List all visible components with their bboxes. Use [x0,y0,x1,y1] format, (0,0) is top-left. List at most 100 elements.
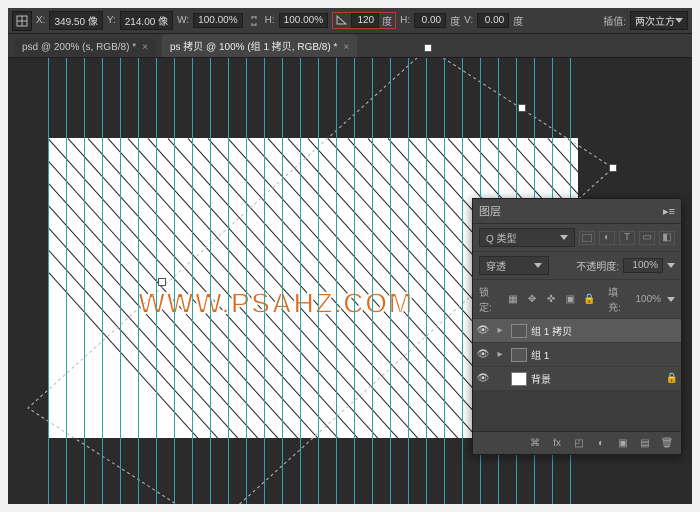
lock-icon[interactable]: 🔒 [583,292,596,306]
layer-name[interactable]: 组 1 拷贝 [531,323,681,338]
transform-handle[interactable] [424,44,432,52]
guide-vertical [318,58,319,504]
expand-icon[interactable]: ▸ [493,349,507,360]
guide-vertical [138,58,139,504]
deg-label-1: 度 [382,13,392,28]
guide-vertical [192,58,193,504]
guide-vertical [390,58,391,504]
new-layer-icon[interactable]: ▤ [637,435,653,451]
guide-vertical [156,58,157,504]
transform-handle[interactable] [158,278,166,286]
fx-icon[interactable]: fx [549,435,565,451]
layer-row[interactable]: 👁 ▸ 组 1 [473,343,681,367]
guide-vertical [228,58,229,504]
guide-vertical [174,58,175,504]
skew-h-value[interactable]: 0.00 [414,13,446,28]
lock-pixels-icon[interactable]: ▦ [506,292,519,306]
lock-position-icon[interactable]: ✥ [526,292,539,306]
layers-panel: 图层 ▸≡ Q 类型 ◐ T ▭ ◧ 穿透 不透明度: 100% [472,198,682,455]
layer-name[interactable]: 背景 [531,371,663,386]
panel-menu-icon[interactable]: ▸≡ [663,205,675,218]
delete-icon[interactable]: 🗑 [659,435,675,451]
link-layers-icon[interactable]: ⌘ [527,435,543,451]
lock-icon[interactable]: 🔒 [663,373,681,384]
mask-icon[interactable]: ◰ [571,435,587,451]
chevron-down-icon[interactable] [667,263,675,268]
tab-doc-2[interactable]: ps 拷贝 @ 100% (组 1 拷贝, RGB/8) *× [162,34,357,57]
interp-select[interactable]: 两次立方 [630,11,688,30]
visibility-toggle-icon[interactable]: 👁 [473,325,493,336]
document-tabs: psd @ 200% (s, RGB/8) *× ps 拷贝 @ 100% (组… [8,34,692,58]
transform-tool-icon[interactable] [12,11,32,31]
expand-icon[interactable]: ▸ [493,325,507,336]
opacity-value[interactable]: 100% [623,258,663,273]
deg-label-3: 度 [513,13,523,28]
close-icon[interactable]: × [142,42,148,53]
guide-vertical [210,58,211,504]
skew-v-value[interactable]: 0.00 [477,13,509,28]
filter-smart-icon[interactable]: ◧ [659,231,675,245]
visibility-toggle-icon[interactable]: 👁 [473,349,493,360]
lock-artboard-icon[interactable]: ▣ [564,292,577,306]
angle-group: 120 度 [332,12,396,29]
angle-icon [336,13,348,28]
layer-row[interactable]: 👁 背景 🔒 [473,367,681,391]
layer-kind-filter[interactable]: Q 类型 [479,228,575,247]
layers-panel-footer: ⌘ fx ◰ ◐ ▣ ▤ 🗑 [473,431,681,454]
guide-vertical [462,58,463,504]
transform-handle[interactable] [609,164,617,172]
y-value[interactable]: 214.00 像 [120,11,173,30]
guide-vertical [246,58,247,504]
guide-vertical [300,58,301,504]
opacity-label: 不透明度: [576,258,619,273]
interp-label: 插值: [603,13,626,28]
tab-doc-1[interactable]: psd @ 200% (s, RGB/8) *× [14,38,156,57]
guide-vertical [48,58,49,504]
close-icon[interactable]: × [343,42,349,53]
group-icon[interactable]: ▣ [615,435,631,451]
x-value[interactable]: 349.50 像 [49,11,102,30]
lock-all-icon[interactable]: ✜ [545,292,558,306]
chevron-down-icon[interactable] [667,297,675,302]
layers-panel-title: 图层 [479,203,501,219]
filter-shape-icon[interactable]: ▭ [639,231,655,245]
layer-row[interactable]: 👁 ▸ 组 1 拷贝 [473,319,681,343]
w-label: W: [177,15,189,26]
h-value[interactable]: 100.00% [279,13,328,28]
guide-vertical [426,58,427,504]
guide-vertical [66,58,67,504]
filter-type-icon[interactable]: T [619,231,635,245]
guide-vertical [84,58,85,504]
angle-value[interactable]: 120 [351,13,379,28]
fill-value[interactable]: 100% [635,294,661,305]
visibility-toggle-icon[interactable]: 👁 [473,373,493,384]
guide-vertical [264,58,265,504]
adjustment-icon[interactable]: ◐ [593,435,609,451]
filter-image-icon[interactable] [579,231,595,245]
guide-vertical [336,58,337,504]
blend-mode-select[interactable]: 穿透 [479,256,549,275]
w-value[interactable]: 100.00% [193,13,242,28]
link-wh-icon[interactable] [247,14,261,28]
transform-handle[interactable] [518,104,526,112]
y-label: Y: [107,15,116,26]
h-label: H: [265,15,275,26]
guide-vertical [408,58,409,504]
x-label: X: [36,15,45,26]
guide-vertical [372,58,373,504]
folder-icon [511,348,527,362]
lock-label: 锁定: [479,284,500,314]
guide-vertical [120,58,121,504]
options-bar: X: 349.50 像 Y: 214.00 像 W: 100.00% H: 10… [8,8,692,34]
guide-vertical [354,58,355,504]
skew-h-label: H: [400,15,410,26]
deg-label-2: 度 [450,13,460,28]
guide-vertical [102,58,103,504]
layer-filter-icons: ◐ T ▭ ◧ [579,231,675,245]
folder-icon [511,324,527,338]
guide-vertical [444,58,445,504]
fill-label: 填充: [608,284,629,314]
guide-vertical [282,58,283,504]
filter-adjust-icon[interactable]: ◐ [599,231,615,245]
layer-name[interactable]: 组 1 [531,347,681,362]
